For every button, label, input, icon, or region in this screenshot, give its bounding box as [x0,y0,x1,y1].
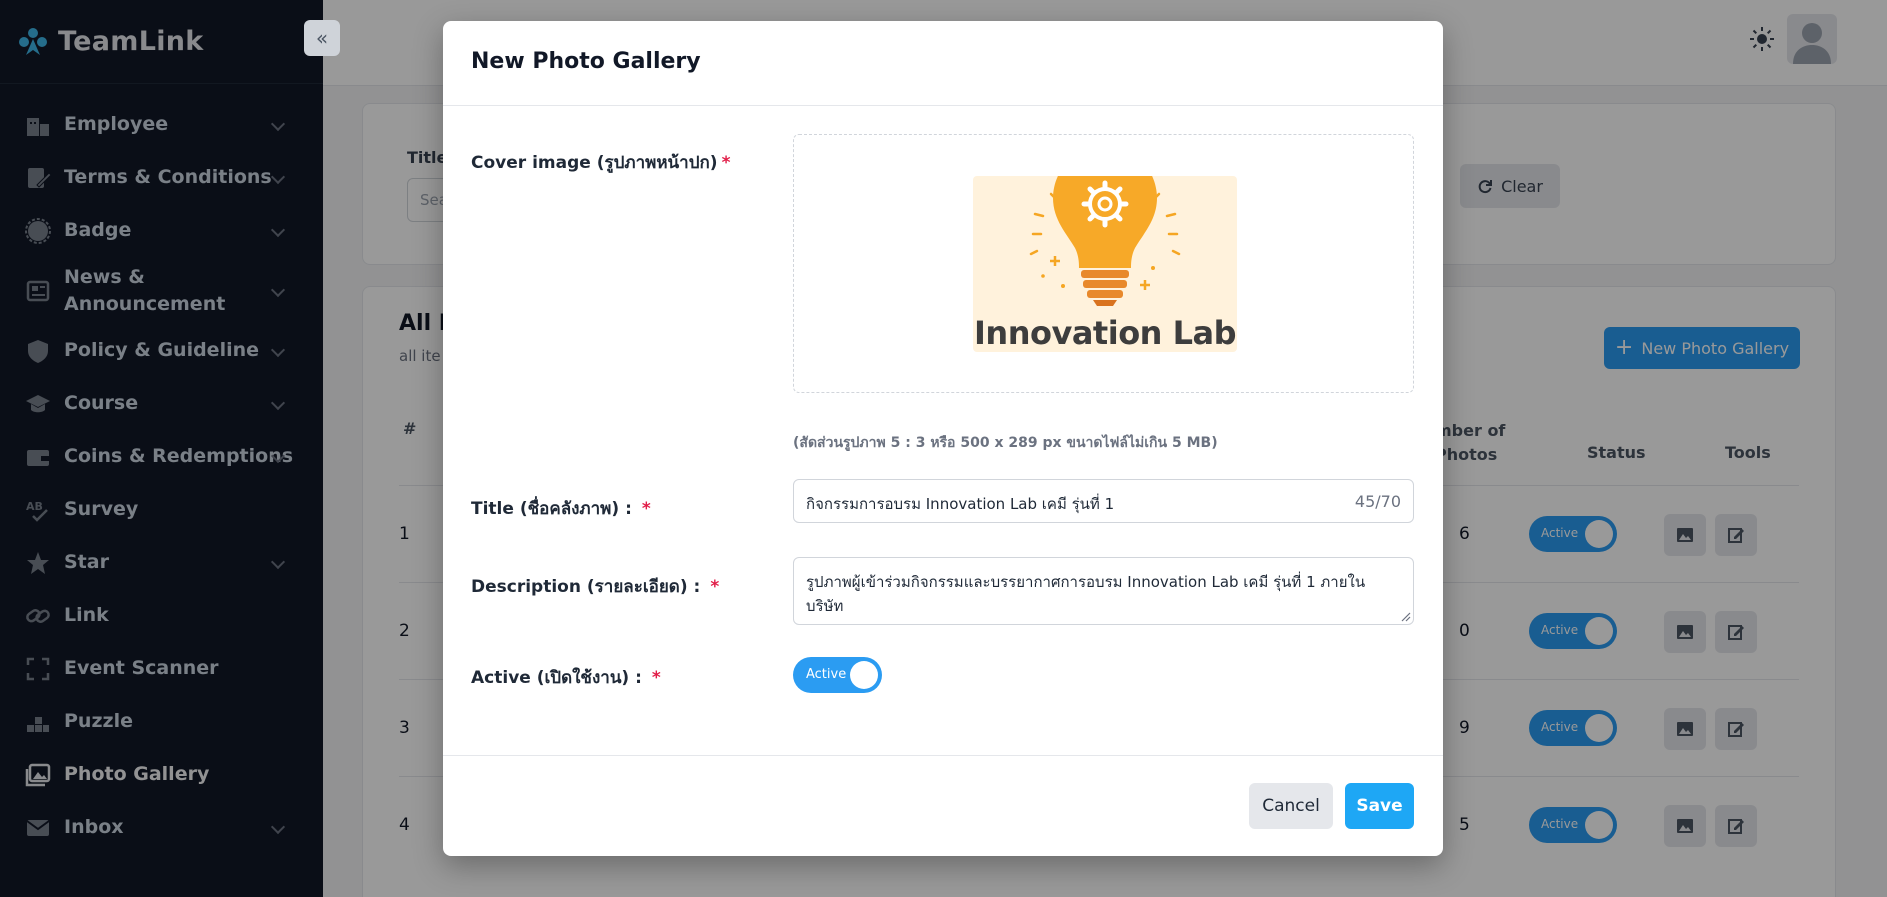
description-label: Description (รายละเอียด) : * [471,573,719,600]
active-label: Active (เปิดใช้งาน) : * [471,664,661,691]
toggle-knob [850,661,878,689]
active-label-text: Active (เปิดใช้งาน) : [471,668,642,688]
save-button[interactable]: Save [1345,783,1414,829]
title-label-text: Title (ชื่อคลังภาพ) : [471,499,632,519]
new-photo-gallery-modal: New Photo Gallery Cover image (รูปภาพหน้… [443,21,1443,856]
active-toggle[interactable]: Active [793,657,882,693]
required-mark: * [710,577,720,597]
modal-footer: Cancel Save [443,755,1443,856]
required-mark: * [721,153,731,173]
modal-title: New Photo Gallery [471,49,701,74]
cover-image-dropzone[interactable]: Innovation Lab [793,134,1414,393]
cancel-button[interactable]: Cancel [1249,783,1333,829]
required-mark: * [651,668,661,688]
description-label-text: Description (รายละเอียด) : [471,577,701,597]
cover-image-hint: (สัดส่วนรูปภาพ 5 : 3 หรือ 500 x 289 px ข… [793,435,1218,451]
description-textarea[interactable]: รูปภาพผู้เข้าร่วมกิจกรรมและบรรยากาศการอบ… [793,557,1414,625]
cover-image-preview: Innovation Lab [973,176,1237,352]
cover-image-label: Cover image (รูปภาพหน้าปก) * [471,149,730,176]
title-label: Title (ชื่อคลังภาพ) : * [471,495,651,522]
cover-image-caption: Innovation Lab [974,314,1236,352]
description-value: รูปภาพผู้เข้าร่วมกิจกรรมและบรรยากาศการอบ… [806,573,1366,615]
resize-grip-icon[interactable] [1401,612,1411,622]
title-char-counter: 45/70 [1354,492,1401,511]
title-input[interactable]: กิจกรรมการอบรม Innovation Lab เคมี รุ่นท… [793,479,1414,523]
active-toggle-label: Active [806,667,847,682]
title-input-value: กิจกรรมการอบรม Innovation Lab เคมี รุ่นท… [806,495,1115,513]
collapse-sidebar-button[interactable]: « [304,20,340,56]
modal-header: New Photo Gallery [443,21,1443,106]
double-chevron-left-icon: « [315,26,329,50]
lightbulb-gear-illustration [1029,176,1181,306]
required-mark: * [641,499,651,519]
cover-image-label-text: Cover image (รูปภาพหน้าปก) [471,153,718,173]
